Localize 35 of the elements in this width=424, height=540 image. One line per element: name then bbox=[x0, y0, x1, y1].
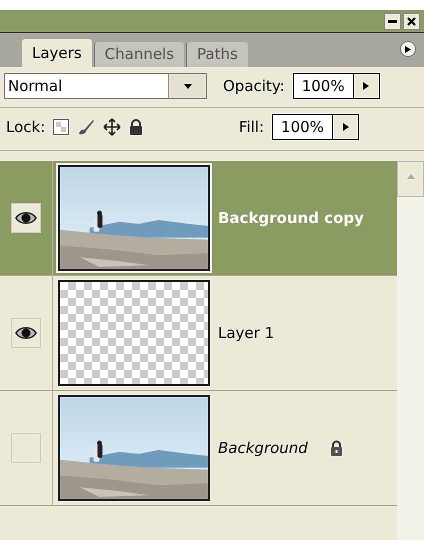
minimize-button[interactable] bbox=[384, 12, 401, 30]
padlock-icon[interactable] bbox=[129, 119, 144, 135]
panel-menu-button[interactable] bbox=[400, 41, 416, 57]
fill-slider-button[interactable] bbox=[333, 114, 359, 140]
layer-name: Background copy bbox=[218, 208, 364, 229]
panel-tab[interactable]: Channels bbox=[94, 42, 184, 67]
caret-icon bbox=[184, 84, 192, 88]
checkerboard-icon[interactable] bbox=[53, 119, 70, 135]
opacity-field[interactable]: 100% bbox=[292, 73, 354, 99]
close-icon bbox=[407, 16, 416, 26]
play-icon bbox=[405, 46, 411, 52]
lock-label: Lock: bbox=[6, 116, 46, 138]
opacity-slider-button[interactable] bbox=[354, 73, 380, 99]
layer-name: Background bbox=[218, 438, 308, 459]
caret-icon bbox=[406, 174, 414, 179]
fill-field[interactable]: 100% bbox=[272, 114, 333, 140]
play-icon bbox=[342, 123, 348, 131]
play-icon bbox=[363, 82, 370, 90]
blend-mode-dropdown[interactable]: Normal bbox=[4, 73, 207, 99]
panel-tab[interactable]: Layers bbox=[22, 39, 92, 67]
fill-label: Fill: bbox=[238, 116, 264, 138]
panel-tab[interactable]: Paths bbox=[186, 42, 248, 67]
move-icon[interactable] bbox=[103, 118, 122, 136]
close-button[interactable] bbox=[403, 12, 420, 30]
layer-row[interactable]: Background bbox=[0, 391, 397, 506]
visibility-toggle[interactable] bbox=[11, 433, 41, 463]
scrollbar[interactable] bbox=[397, 161, 424, 540]
opacity-label: Opacity: bbox=[223, 76, 285, 97]
layer-row[interactable]: Layer 1 bbox=[0, 276, 397, 391]
eye-icon bbox=[15, 211, 37, 225]
visibility-toggle[interactable] bbox=[11, 318, 41, 348]
eye-icon bbox=[15, 326, 37, 340]
brush-icon[interactable] bbox=[77, 118, 96, 136]
visibility-toggle[interactable] bbox=[11, 203, 41, 233]
layer-name: Layer 1 bbox=[218, 322, 274, 344]
